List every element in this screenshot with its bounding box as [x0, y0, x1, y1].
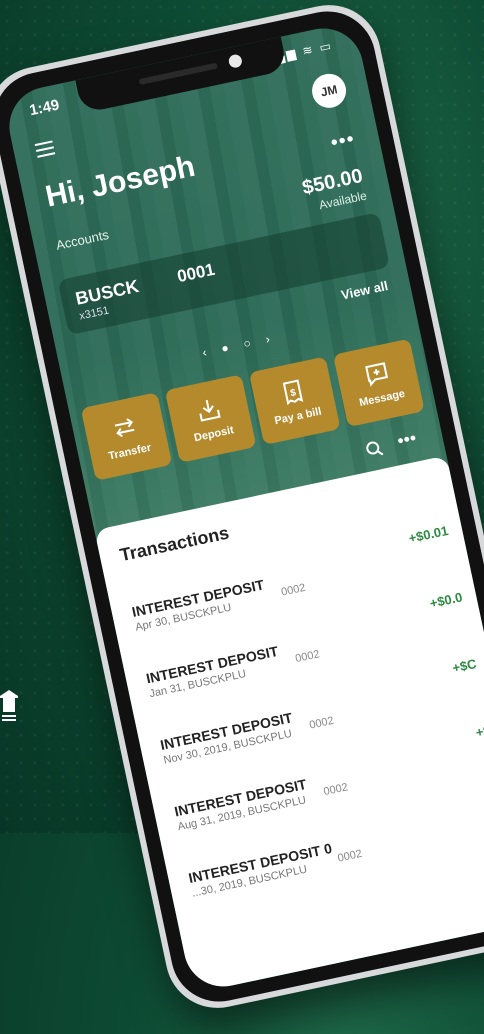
- phone-mockup: 1:49 ▂▄▆ ≋ ▭ JM Hi, Joseph ••• Accounts …: [0, 0, 484, 1018]
- front-camera: [227, 53, 244, 69]
- transactions-more-icon[interactable]: •••: [395, 428, 418, 452]
- message-button[interactable]: Message: [333, 338, 425, 428]
- message-icon: [365, 362, 389, 387]
- hamburger-menu-icon[interactable]: [34, 140, 56, 161]
- deposit-button[interactable]: Deposit: [164, 374, 257, 463]
- house-logo-icon: [0, 690, 18, 721]
- transfer-label: Transfer: [107, 441, 153, 463]
- transaction-amount: +$: [474, 722, 484, 741]
- pay-bill-label: Pay a bill: [273, 405, 323, 428]
- svg-text:$: $: [289, 387, 297, 399]
- transfer-button[interactable]: Transfer: [80, 392, 173, 481]
- more-options-icon[interactable]: •••: [329, 128, 357, 155]
- phone-frame: 1:49 ▂▄▆ ≋ ▭ JM Hi, Joseph ••• Accounts …: [0, 0, 484, 1018]
- speaker-grill: [138, 62, 218, 86]
- transactions-panel: Transactions INTEREST DEPOSIT Apr 30, BU…: [94, 455, 484, 994]
- message-label: Message: [358, 387, 407, 410]
- transactions-title: Transactions: [118, 522, 231, 566]
- deposit-icon: [199, 399, 221, 422]
- app-screen: 1:49 ▂▄▆ ≋ ▭ JM Hi, Joseph ••• Accounts …: [1, 21, 484, 994]
- deposit-label: Deposit: [192, 424, 235, 445]
- search-icon[interactable]: [364, 439, 385, 460]
- phone-bezel: 1:49 ▂▄▆ ≋ ▭ JM Hi, Joseph ••• Accounts …: [0, 2, 484, 1011]
- transfer-icon: [114, 418, 135, 438]
- account-number: 0001: [175, 259, 217, 287]
- bill-icon: $: [282, 379, 304, 406]
